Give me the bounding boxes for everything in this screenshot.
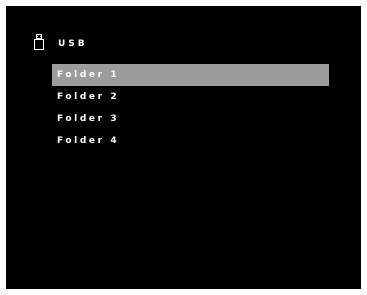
folder-item-label: Folder 4 bbox=[57, 136, 120, 146]
folder-item-1[interactable]: Folder 1 bbox=[52, 64, 329, 86]
header: USB bbox=[34, 34, 88, 50]
usb-drive-icon bbox=[34, 34, 44, 50]
folder-item-4[interactable]: Folder 4 bbox=[52, 130, 329, 152]
folder-item-label: Folder 3 bbox=[57, 114, 120, 124]
folder-list: Folder 1 Folder 2 Folder 3 Folder 4 bbox=[52, 64, 329, 152]
header-title: USB bbox=[58, 39, 88, 49]
folder-item-label: Folder 2 bbox=[57, 92, 120, 102]
folder-item-label: Folder 1 bbox=[57, 70, 120, 80]
folder-item-3[interactable]: Folder 3 bbox=[52, 108, 329, 130]
usb-browser-screen: USB Folder 1 Folder 2 Folder 3 Folder 4 bbox=[6, 6, 361, 289]
folder-item-2[interactable]: Folder 2 bbox=[52, 86, 329, 108]
